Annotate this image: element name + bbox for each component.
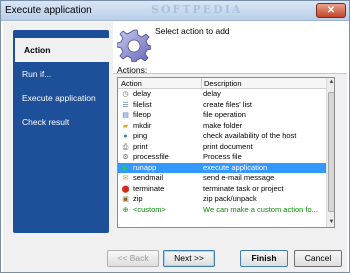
wizard-header: Select action to add [113, 22, 347, 74]
action-name: sendmail [133, 173, 164, 182]
file-list-icon: ☰ [122, 101, 129, 109]
sidebar-item-label: Action [24, 45, 51, 55]
actions-list[interactable]: Action Description ◷ delay delay ☰ filel… [117, 77, 335, 228]
close-button[interactable]: ✕ [316, 3, 346, 18]
play-icon: ▶ [122, 164, 129, 172]
action-description: create files' list [203, 99, 252, 109]
ping-icon: ● [123, 133, 128, 140]
list-item-selected[interactable]: ▶ runapp execute application [118, 162, 326, 173]
vertical-scrollbar[interactable]: ▲ ▼ [326, 78, 334, 227]
file-op-icon: ▤ [122, 112, 129, 119]
action-description: make folder [203, 120, 243, 130]
watermark: SOFTPEDIA [151, 3, 243, 16]
action-name: filelist [133, 99, 152, 109]
title-bar: Execute application SOFTPEDIA ✕ [1, 1, 349, 21]
list-item[interactable]: ⬤ terminate terminate task or project [118, 184, 326, 195]
list-item[interactable]: ◷ delay delay [118, 89, 326, 100]
list-rows: ◷ delay delay ☰ filelist create files' l… [118, 89, 326, 215]
sidebar-item-label: Run if... [22, 69, 52, 79]
action-description: We can make a custom action fo... [203, 204, 318, 214]
action-name: <custom> [133, 204, 166, 214]
scroll-thumb[interactable] [328, 92, 334, 212]
action-description: check availability of the host [203, 131, 297, 140]
action-description: print document [203, 141, 253, 151]
close-x-icon: ✕ [326, 5, 336, 16]
zip-icon: ▣ [122, 196, 129, 203]
action-description: terminate task or project [203, 183, 284, 193]
wizard-sidebar: Action Run if... Execute application Che… [13, 30, 109, 233]
action-description: zip pack/unpack [203, 194, 257, 203]
action-name: processfile [133, 152, 169, 161]
action-name: ping [133, 131, 148, 140]
printer-icon: ⎙ [122, 143, 129, 151]
action-description: send e-mail message [203, 173, 275, 182]
list-item[interactable]: ✉ sendmail send e-mail message [118, 173, 326, 184]
list-item[interactable]: ▰ mkdir make folder [118, 121, 326, 132]
column-header-description[interactable]: Description [204, 79, 242, 88]
sidebar-item-action[interactable]: Action [15, 38, 109, 62]
action-name: mkdir [133, 120, 152, 130]
folder-icon: ▰ [122, 122, 129, 130]
window: Execute application SOFTPEDIA ✕ Action R… [0, 0, 350, 273]
action-name: zip [133, 194, 143, 203]
header-text: Select action to add [155, 26, 230, 36]
action-name: runapp [133, 162, 157, 172]
sidebar-item-check-result[interactable]: Check result [13, 110, 109, 134]
list-item[interactable]: ⎙ print print document [118, 142, 326, 153]
sidebar-item-label: Execute application [22, 93, 96, 103]
custom-icon: ⊕ [122, 206, 129, 214]
column-header-action[interactable]: Action [121, 79, 142, 88]
list-item[interactable]: ● ping check availability of the host [118, 131, 326, 142]
actions-label: Actions: [117, 65, 148, 75]
sidebar-item-label: Check result [22, 117, 70, 127]
action-name: terminate [133, 183, 165, 193]
action-name: delay [133, 89, 151, 98]
list-item[interactable]: ⚙ processfile Process file [118, 152, 326, 163]
mail-icon: ✉ [122, 175, 129, 182]
window-title: Execute application [5, 5, 92, 16]
dialog-content: Action Run if... Execute application Che… [3, 22, 347, 272]
action-name: print [133, 141, 148, 151]
action-name: fileop [133, 110, 151, 119]
clock-icon: ◷ [122, 91, 129, 98]
sidebar-item-run-if[interactable]: Run if... [13, 62, 109, 86]
list-header: Action Description [118, 78, 326, 89]
list-item[interactable]: ▣ zip zip pack/unpack [118, 194, 326, 205]
back-button[interactable]: << Back [107, 250, 159, 267]
column-divider [201, 78, 202, 89]
list-item[interactable]: ☰ filelist create files' list [118, 100, 326, 111]
list-item[interactable]: ▤ fileop file operation [118, 110, 326, 121]
terminate-icon: ⬤ [121, 185, 130, 193]
scroll-up-arrow-icon[interactable]: ▲ [327, 78, 334, 87]
action-description: execute application [203, 162, 268, 172]
next-button[interactable]: Next >> [163, 250, 215, 267]
action-description: Process file [203, 152, 242, 161]
cancel-button[interactable]: Cancel [294, 250, 342, 267]
action-description: file operation [203, 110, 246, 119]
scroll-down-arrow-icon[interactable]: ▼ [327, 218, 334, 227]
action-description: delay [203, 89, 221, 98]
finish-button[interactable]: Finish [240, 250, 288, 267]
sidebar-item-execute-application[interactable]: Execute application [13, 86, 109, 110]
list-item[interactable]: ⊕ <custom> We can make a custom action f… [118, 205, 326, 216]
process-icon: ⚙ [122, 154, 129, 161]
gear-icon [117, 29, 151, 62]
